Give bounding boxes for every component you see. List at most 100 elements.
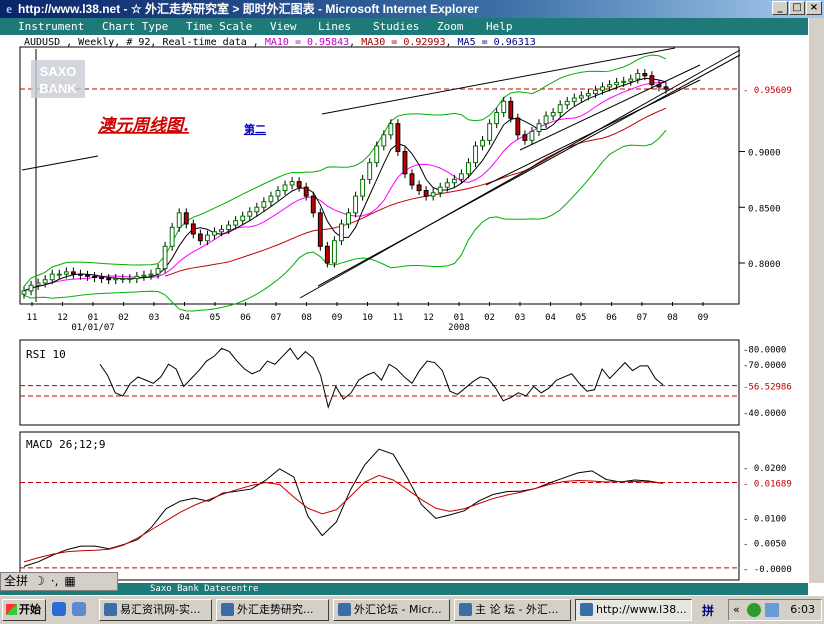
candle-body: [190, 223, 196, 235]
candle-body: [247, 211, 253, 217]
month-label: 01: [454, 313, 465, 323]
last-price-label: - 0.95609: [743, 86, 792, 96]
window-icon: [459, 603, 472, 616]
symbol-info: AUDUSD , Weekly, # 92, Real-time data ,: [24, 37, 259, 48]
chart-header: AUDUSD , Weekly, # 92, Real-time data , …: [24, 37, 536, 48]
candle-body: [21, 290, 27, 295]
candle-body: [473, 145, 478, 164]
clock: 6:03: [790, 603, 815, 616]
month-label: 08: [667, 313, 678, 323]
ime-tray-icon[interactable]: 拼: [702, 602, 714, 619]
month-label: 07: [271, 313, 282, 323]
taskbar-item-label: http://www.l38...: [596, 603, 687, 616]
taskbar-item[interactable]: 外汇论坛 - Micr...: [333, 599, 450, 621]
tray-expand-icon[interactable]: «: [733, 600, 740, 620]
taskbar-item-label: 外汇走势研究...: [237, 603, 314, 616]
candle-body: [317, 212, 323, 247]
candle-body: [310, 195, 316, 214]
status-bar: Saxo Bank Datecentre: [0, 583, 808, 595]
month-label: 10: [362, 313, 373, 323]
candle-body: [635, 73, 641, 80]
ime-toolbar[interactable]: 全拼 ☽ ·, ▦: [0, 572, 118, 591]
candle-body: [600, 86, 605, 91]
macd-tick-label: - 0.01689: [743, 480, 792, 490]
candle-body: [564, 100, 570, 106]
macd-tick-label: - 0.0100: [743, 514, 786, 524]
chart-annotation-title: 澳元周线图.: [98, 116, 189, 136]
taskbar: 开始 易汇资讯网-实... 外汇走势研究... 外汇论坛 - Micr... 主…: [0, 595, 824, 624]
candle-body: [585, 93, 591, 97]
candle-body: [409, 173, 415, 186]
ma10-value: MA10 = 0.95843: [264, 37, 350, 48]
taskbar-item[interactable]: 主 论 坛 - 外汇...: [454, 599, 571, 621]
punctuation-icon[interactable]: ·,: [48, 573, 62, 590]
moon-icon[interactable]: ☽: [31, 573, 48, 590]
chart-annotation-link[interactable]: 第二: [244, 122, 266, 136]
window-icon: [104, 603, 117, 616]
ma30-value: MA30 = 0.92993: [361, 37, 446, 48]
candle-body: [254, 206, 260, 213]
candle-body: [148, 273, 154, 276]
candle-body: [458, 173, 464, 180]
taskbar-item-active[interactable]: http://www.l38...: [575, 599, 692, 621]
volume-icon[interactable]: [765, 603, 779, 617]
candle-body: [169, 226, 175, 247]
network-icon[interactable]: [747, 603, 761, 617]
candle-body: [649, 75, 655, 86]
taskbar-item[interactable]: 外汇走势研究...: [216, 599, 329, 621]
keyboard-icon[interactable]: ▦: [61, 573, 78, 590]
candle-body: [451, 178, 457, 184]
date-label: 2008: [448, 323, 470, 333]
candle-body: [226, 224, 232, 231]
rsi-tick-label: -70.0000: [743, 361, 786, 371]
ime-mode-label[interactable]: 全拼: [1, 573, 31, 590]
candle-body: [204, 234, 210, 242]
candle-body: [275, 190, 281, 197]
candle-body: [515, 117, 521, 136]
candle-body: [543, 115, 549, 125]
candle-body: [353, 195, 359, 214]
candle-body: [487, 123, 493, 141]
candle-body: [571, 97, 577, 102]
candle-body: [176, 212, 182, 228]
candle-body: [233, 220, 239, 226]
macd-tick-label: - 0.0200: [743, 464, 786, 474]
candle-body: [141, 274, 147, 277]
candle-body: [381, 134, 387, 147]
rsi-panel: [19, 339, 740, 426]
candle-body: [296, 181, 302, 188]
candle-body: [106, 278, 112, 281]
candle-body: [331, 240, 337, 264]
candle-body: [113, 278, 119, 281]
candle-body: [339, 223, 344, 242]
month-label: 01: [88, 313, 99, 323]
candle-body: [578, 95, 584, 99]
month-label: 05: [210, 313, 221, 323]
price-tick-label: 0.8500: [748, 204, 781, 214]
candle-body: [416, 184, 422, 192]
vertical-scrollbar[interactable]: [808, 18, 824, 583]
candle-body: [127, 278, 133, 281]
ie-quicklaunch-icon[interactable]: [52, 602, 66, 616]
candle-body: [663, 86, 669, 90]
candle-body: [219, 229, 224, 233]
candle-body: [42, 279, 48, 284]
rsi-tick-label: -40.0000: [743, 409, 786, 419]
rsi-tick-label: -56.52986: [743, 383, 792, 393]
desktop-quicklaunch-icon[interactable]: [72, 602, 86, 616]
close-button[interactable]: ×: [806, 1, 822, 15]
candle-body: [557, 104, 563, 114]
candle-body: [423, 190, 429, 197]
start-button[interactable]: 开始: [2, 599, 46, 621]
rsi-title: RSI 10: [26, 348, 66, 361]
price-tick-label: 0.8000: [748, 260, 781, 270]
month-label: 12: [423, 313, 434, 323]
candle-body: [162, 245, 168, 270]
candle-body: [374, 145, 380, 164]
month-label: 09: [698, 313, 709, 323]
taskbar-item[interactable]: 易汇资讯网-实...: [99, 599, 212, 621]
month-label: 12: [57, 313, 68, 323]
candle-body: [593, 89, 598, 95]
chart-canvas[interactable]: 0.8000 0.8500 0.9000 - 0.95609 11 12 01 02 03 04 0…: [0, 0, 808, 583]
saxo-bank-logo: SAXO BANK: [31, 60, 85, 98]
